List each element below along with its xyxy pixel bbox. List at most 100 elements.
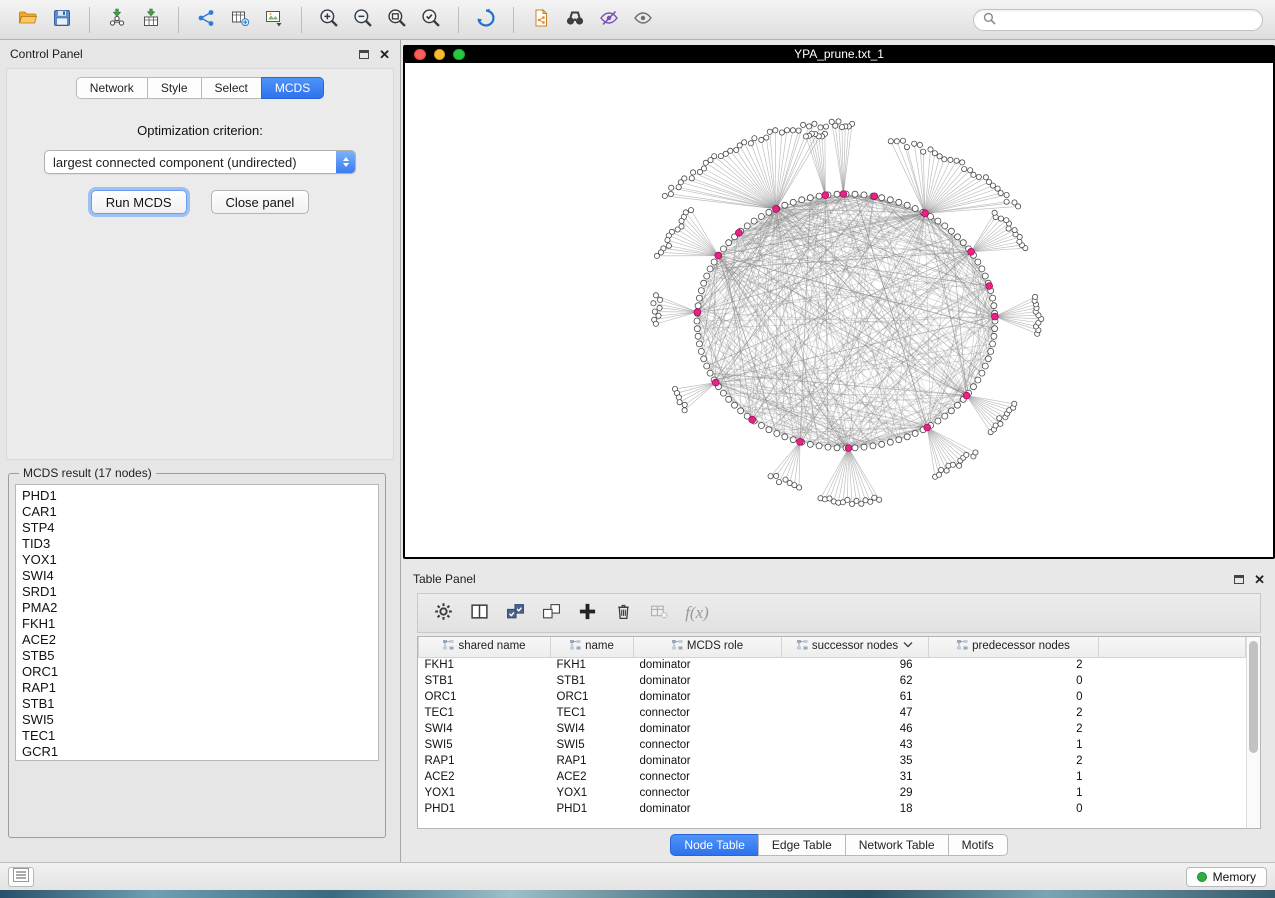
scrollbar-thumb[interactable] — [1249, 641, 1258, 753]
eye-slash-icon — [598, 8, 620, 31]
table-row[interactable]: SWI4SWI4dominator462 — [419, 721, 1246, 737]
open-session-button[interactable] — [12, 4, 44, 36]
tab-network[interactable]: Network — [76, 77, 148, 99]
mcds-panel: NetworkStyleSelectMCDS Optimization crit… — [6, 68, 394, 460]
export-network-button[interactable] — [190, 4, 222, 36]
document-share-icon — [531, 8, 551, 31]
find-neighbors-button[interactable] — [559, 4, 591, 36]
optimization-criterion-select[interactable]: largest connected component (undirected) — [44, 150, 356, 174]
column-header-successor-nodes[interactable]: successor nodes — [782, 637, 929, 657]
mcds-result-list[interactable]: PHD1CAR1STP4TID3YOX1SWI4SRD1PMA2FKH1ACE2… — [15, 484, 379, 761]
mcds-result-item[interactable]: PMA2 — [22, 600, 378, 616]
deselect-all-icon — [542, 602, 561, 624]
tab-mcds[interactable]: MCDS — [261, 77, 324, 99]
zoom-out-button[interactable] — [347, 4, 379, 36]
export-document-button[interactable] — [525, 4, 557, 36]
table-row[interactable]: ACE2ACE2connector311 — [419, 769, 1246, 785]
memory-button[interactable]: Memory — [1186, 867, 1267, 887]
save-icon — [52, 8, 72, 31]
run-mcds-button[interactable]: Run MCDS — [91, 190, 187, 214]
minimize-window-button[interactable] — [434, 49, 446, 61]
tab-node-table[interactable]: Node Table — [670, 834, 759, 856]
zoom-fit-button[interactable] — [381, 4, 413, 36]
table-row[interactable]: STB1STB1dominator620 — [419, 673, 1246, 689]
hide-graphics-details-button[interactable] — [593, 4, 625, 36]
mcds-result-item[interactable]: RAP1 — [22, 680, 378, 696]
maximize-window-button[interactable] — [453, 49, 465, 61]
table-row[interactable]: PHD1PHD1dominator180 — [419, 801, 1246, 817]
table-header-row: shared namenameMCDS rolesuccessor nodesp… — [419, 637, 1246, 657]
network-window: YPA_prune.txt_1 — [403, 45, 1275, 559]
close-panel-icon[interactable]: ✕ — [379, 48, 390, 61]
column-header-MCDS-role[interactable]: MCDS role — [634, 637, 782, 657]
mcds-result-item[interactable]: SWI4 — [22, 568, 378, 584]
sort-direction-icon — [898, 640, 913, 652]
tab-select[interactable]: Select — [201, 77, 262, 99]
tab-motifs[interactable]: Motifs — [948, 834, 1008, 856]
select-all-button[interactable] — [500, 598, 530, 628]
mcds-result-item[interactable]: STP4 — [22, 520, 378, 536]
table-row[interactable]: SWI5SWI5connector431 — [419, 737, 1246, 753]
show-columns-button[interactable] — [464, 598, 494, 628]
column-sort-icon — [957, 641, 968, 653]
status-bar: Memory — [0, 862, 1275, 890]
network-window-titlebar[interactable]: YPA_prune.txt_1 — [405, 45, 1273, 63]
export-table-button[interactable] — [224, 4, 256, 36]
mcds-result-item[interactable]: TID3 — [22, 536, 378, 552]
mcds-result-item[interactable]: YOX1 — [22, 552, 378, 568]
control-panel-title: Control Panel — [10, 47, 83, 61]
column-sort-icon — [797, 641, 808, 653]
create-column-button[interactable] — [572, 598, 602, 628]
table-row[interactable]: ORC1ORC1dominator610 — [419, 689, 1246, 705]
mcds-result-item[interactable]: GCR1 — [22, 744, 378, 760]
save-session-button[interactable] — [46, 4, 78, 36]
network-graph[interactable] — [405, 63, 1273, 557]
table-tabs: Node TableEdge TableNetwork TableMotifs — [403, 834, 1275, 856]
mcds-result-item[interactable]: SRD1 — [22, 584, 378, 600]
column-header-shared-name[interactable]: shared name — [419, 637, 551, 657]
tab-edge-table[interactable]: Edge Table — [758, 834, 846, 856]
network-canvas[interactable] — [405, 63, 1273, 557]
close-mcds-panel-button[interactable]: Close panel — [211, 190, 310, 214]
mcds-result-item[interactable]: ACE2 — [22, 632, 378, 648]
table-row[interactable]: RAP1RAP1dominator352 — [419, 753, 1246, 769]
column-header-filler — [1099, 637, 1246, 657]
table-row[interactable]: FKH1FKH1dominator962 — [419, 657, 1246, 673]
search-input[interactable] — [1002, 13, 1253, 27]
apply-layout-button[interactable] — [470, 4, 502, 36]
export-image-button[interactable] — [258, 4, 290, 36]
mcds-result-item[interactable]: STB5 — [22, 648, 378, 664]
mcds-result-item[interactable]: STB1 — [22, 696, 378, 712]
mcds-result-item[interactable]: CAR1 — [22, 504, 378, 520]
delete-column-button[interactable] — [608, 598, 638, 628]
show-graphics-details-button[interactable] — [627, 4, 659, 36]
float-panel-icon[interactable] — [359, 50, 369, 59]
status-menu-button[interactable] — [8, 867, 34, 887]
tab-network-table[interactable]: Network Table — [845, 834, 949, 856]
table-row[interactable]: TEC1TEC1connector472 — [419, 705, 1246, 721]
memory-status-icon — [1197, 872, 1207, 882]
deselect-all-button[interactable] — [536, 598, 566, 628]
zoom-selected-button[interactable] — [415, 4, 447, 36]
table-row[interactable]: YOX1YOX1connector291 — [419, 785, 1246, 801]
float-table-panel-icon[interactable] — [1234, 575, 1244, 584]
table-mode-button[interactable] — [428, 598, 458, 628]
mcds-result-item[interactable]: PHD1 — [22, 488, 378, 504]
tab-style[interactable]: Style — [147, 77, 202, 99]
close-table-panel-icon[interactable]: ✕ — [1254, 573, 1265, 586]
search-box[interactable] — [973, 9, 1263, 31]
table-scrollbar[interactable] — [1246, 637, 1260, 828]
column-header-predecessor-nodes[interactable]: predecessor nodes — [929, 637, 1099, 657]
mcds-result-item[interactable]: ORC1 — [22, 664, 378, 680]
control-panel-titlebar: Control Panel ✕ — [0, 40, 400, 68]
close-window-button[interactable] — [414, 49, 426, 61]
toolbar-separator — [89, 7, 90, 33]
mcds-result-item[interactable]: FKH1 — [22, 616, 378, 632]
import-table-button[interactable] — [135, 4, 167, 36]
zoom-in-button[interactable] — [313, 4, 345, 36]
binoculars-icon — [564, 8, 586, 31]
import-network-button[interactable] — [101, 4, 133, 36]
mcds-result-item[interactable]: SWI5 — [22, 712, 378, 728]
mcds-result-item[interactable]: TEC1 — [22, 728, 378, 744]
column-header-name[interactable]: name — [551, 637, 634, 657]
